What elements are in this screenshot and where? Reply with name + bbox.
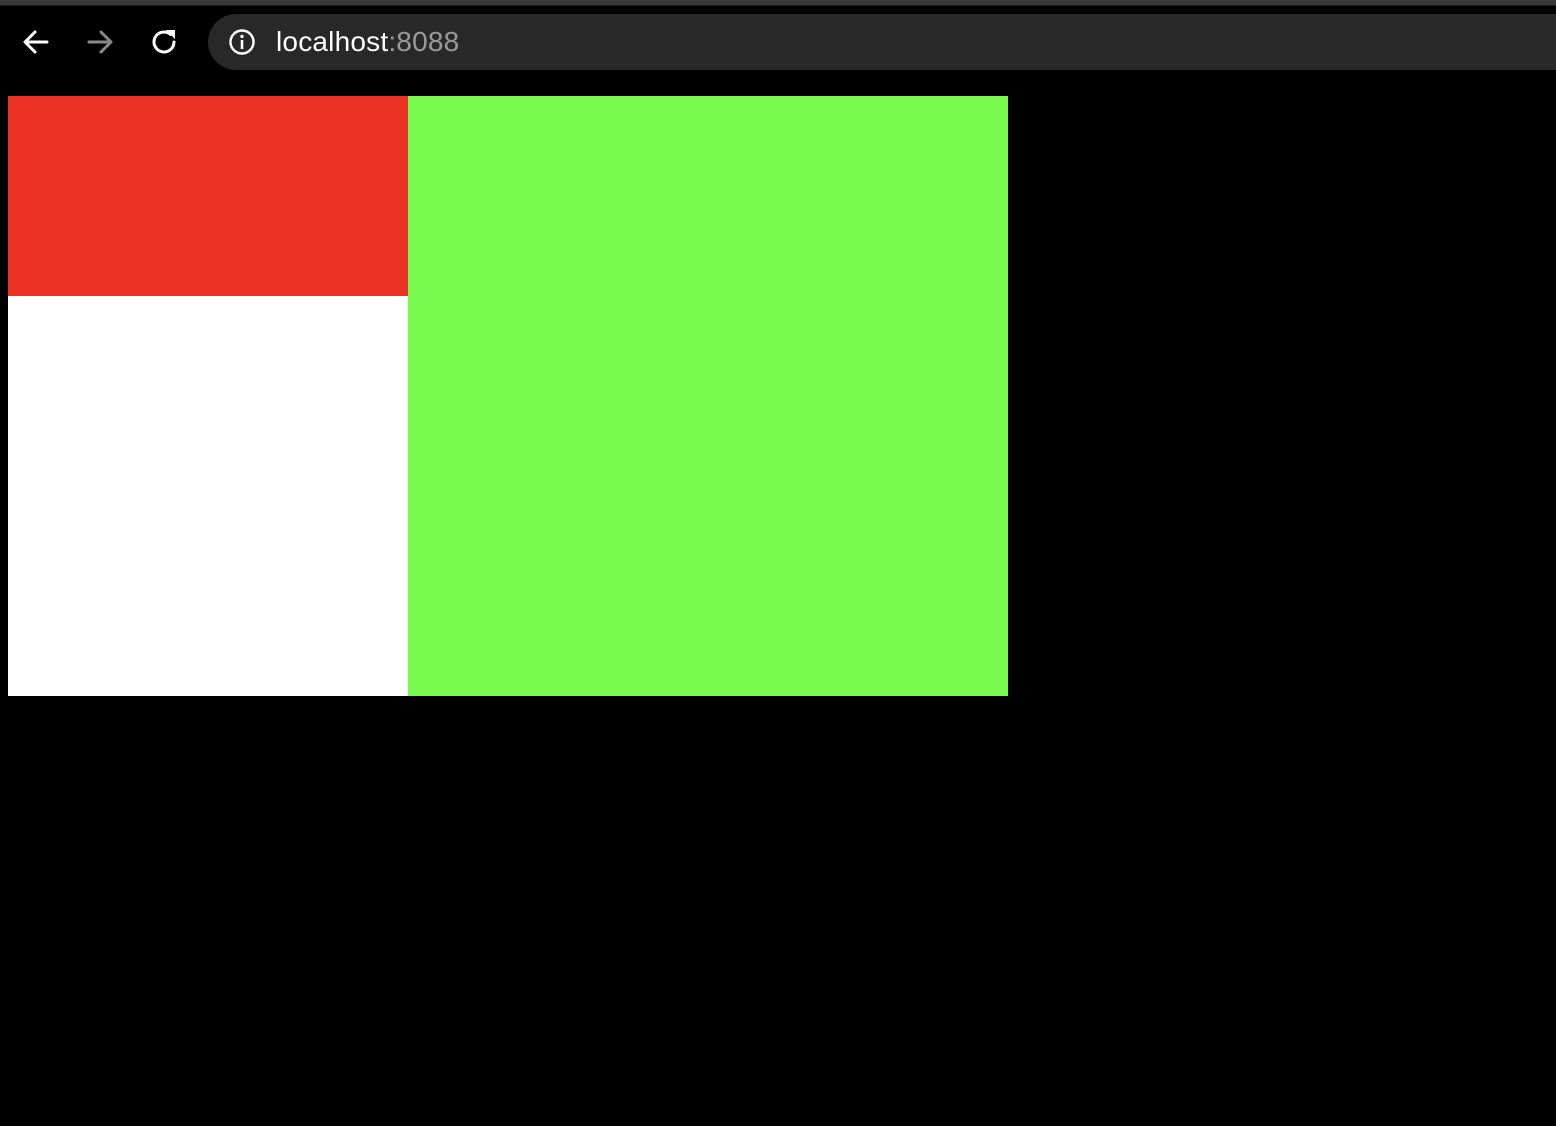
back-arrow-icon [23, 30, 49, 54]
white-block [8, 296, 408, 696]
url-text[interactable]: localhost:8088 [276, 27, 459, 57]
green-block [408, 96, 1008, 696]
url-host: localhost [276, 26, 389, 57]
red-block [8, 96, 408, 296]
forward-button[interactable] [78, 20, 122, 64]
forward-arrow-icon [87, 30, 113, 54]
reload-button[interactable] [142, 20, 186, 64]
info-icon[interactable] [228, 28, 256, 56]
page-viewport [0, 78, 1556, 1126]
url-port: :8088 [388, 26, 460, 57]
reload-icon [152, 30, 176, 54]
address-bar[interactable]: localhost:8088 [208, 14, 1556, 70]
back-button[interactable] [14, 20, 58, 64]
browser-toolbar: localhost:8088 [0, 6, 1556, 78]
